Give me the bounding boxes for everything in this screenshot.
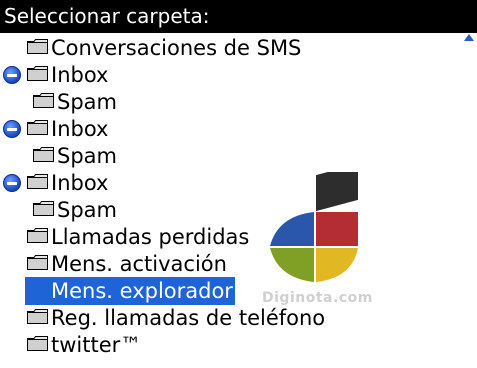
folder-row[interactable]: Mens. activación	[0, 250, 477, 277]
folder-icon	[27, 66, 48, 81]
folder-label: Inbox	[51, 117, 109, 141]
watermark-text: Diginota.com	[262, 290, 373, 306]
folder-label: Llamadas perdidas	[51, 225, 250, 249]
folder-label: Spam	[57, 144, 117, 168]
folder-icon	[27, 336, 48, 351]
dialog-title: Seleccionar carpeta:	[0, 0, 477, 33]
folder-label: Reg. llamadas de teléfono	[51, 306, 326, 330]
folder-row[interactable]: twitter™	[0, 331, 477, 358]
folder-icon	[27, 228, 48, 243]
folder-label: twitter™	[51, 333, 142, 357]
collapse-minus-icon[interactable]	[3, 66, 21, 84]
folder-row[interactable]: Reg. llamadas de teléfono	[0, 304, 477, 331]
folder-icon	[27, 120, 48, 135]
folder-label: Inbox	[51, 63, 109, 87]
collapse-minus-icon[interactable]	[3, 120, 21, 138]
folder-row[interactable]: Inbox	[0, 169, 477, 196]
folder-icon	[27, 174, 48, 189]
folder-row[interactable]: Spam	[0, 142, 477, 169]
folder-label: Spam	[57, 90, 117, 114]
folder-label: Spam	[57, 198, 117, 222]
folder-label: Mens. activación	[51, 252, 227, 276]
folder-icon	[27, 255, 48, 270]
folder-list: Conversaciones de SMS Inbox Spam Inbox Spam I…	[0, 34, 477, 358]
folder-label: Inbox	[51, 171, 109, 195]
watermark-logo	[270, 172, 358, 282]
folder-row[interactable]: Inbox	[0, 61, 477, 88]
folder-icon	[33, 93, 54, 108]
collapse-minus-icon[interactable]	[3, 174, 21, 192]
folder-icon	[27, 39, 48, 54]
folder-row[interactable]: Conversaciones de SMS	[0, 34, 477, 61]
folder-label: Mens. explorador	[25, 277, 235, 305]
folder-row[interactable]: Spam	[0, 88, 477, 115]
folder-icon	[33, 147, 54, 162]
folder-icon	[33, 201, 54, 216]
folder-icon	[27, 309, 48, 324]
folder-row[interactable]: Inbox	[0, 115, 477, 142]
folder-label: Conversaciones de SMS	[51, 36, 302, 60]
folder-row[interactable]: Mens. explorador	[0, 277, 477, 305]
folder-row[interactable]: Spam	[0, 196, 477, 223]
folder-row[interactable]: Llamadas perdidas	[0, 223, 477, 250]
